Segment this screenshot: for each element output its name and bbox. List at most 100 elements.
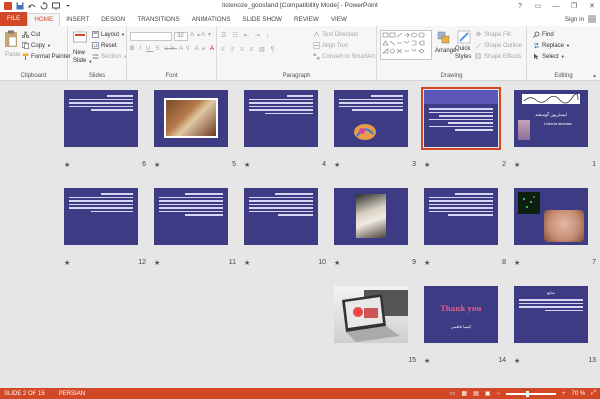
shape-outline-button[interactable]: Shape Outline — [475, 42, 522, 49]
ribbon-display-options-icon[interactable]: ▭ — [532, 2, 544, 10]
reading-view-icon[interactable]: ▤ — [473, 390, 479, 397]
font-format-buttons[interactable]: B I U Sab AV Aa A — [130, 46, 217, 52]
slide-10-transition-star[interactable]: ★ — [244, 259, 250, 267]
change-case-icon[interactable]: Aa — [195, 46, 208, 52]
slideshow-view-icon[interactable]: ▣ — [485, 390, 491, 397]
tab-review[interactable]: REVIEW — [288, 14, 325, 26]
close-button[interactable]: ✕ — [586, 2, 598, 10]
zoom-slider-thumb[interactable] — [525, 390, 529, 397]
rtl-icon[interactable]: ¶ — [271, 47, 278, 53]
decrease-indent-icon[interactable]: ⇤ — [244, 32, 253, 39]
tab-slide-show[interactable]: SLIDE SHOW — [236, 14, 288, 26]
quick-styles-label-2[interactable]: Styles — [455, 54, 471, 60]
slide-sorter-view-icon[interactable]: ▦ — [461, 390, 467, 397]
slide-12-transition-star[interactable]: ★ — [64, 259, 70, 267]
format-painter-button[interactable]: Format Painter — [22, 53, 71, 60]
slide-5-transition-star[interactable]: ★ — [154, 161, 160, 169]
shadow-icon[interactable]: S — [155, 46, 162, 52]
align-buttons[interactable]: ≡ ≡ ≡ ≡ ▥ ¶ — [221, 46, 278, 54]
slide-thumbnail-3[interactable] — [334, 90, 408, 147]
start-slideshow-icon[interactable] — [52, 2, 60, 10]
align-text-button[interactable]: Align Text — [313, 42, 348, 49]
align-left-icon[interactable]: ≡ — [221, 47, 229, 53]
font-size-field[interactable]: 32 — [174, 32, 188, 41]
zoom-slider[interactable] — [505, 390, 556, 397]
tab-insert[interactable]: INSERT — [60, 14, 95, 26]
strikethrough-icon[interactable]: ab — [164, 46, 177, 52]
customize-toolbar-icon[interactable] — [64, 2, 72, 10]
save-icon[interactable] — [16, 2, 24, 10]
zoom-in-button[interactable]: + — [562, 391, 566, 397]
text-direction-button[interactable]: Text Direction — [313, 31, 358, 38]
arrange-label[interactable]: Arrange — [435, 48, 456, 54]
new-slide-icon[interactable] — [73, 30, 87, 48]
new-slide-label-2[interactable]: Slide ▼ — [73, 58, 92, 64]
shape-effects-button[interactable]: Shape Effects — [475, 53, 521, 60]
slide-thumbnail-14[interactable]: Thank you کیمیا ناظمی — [424, 286, 498, 343]
underline-icon[interactable]: U — [146, 46, 153, 52]
new-slide-label[interactable]: New — [73, 50, 85, 56]
columns-icon[interactable]: ▥ — [259, 46, 269, 53]
char-spacing-icon[interactable]: AV — [179, 46, 193, 52]
slide-13-transition-star[interactable]: ★ — [514, 357, 520, 365]
align-right-icon[interactable]: ≡ — [240, 47, 248, 53]
redo-icon[interactable] — [40, 1, 48, 10]
arrange-icon[interactable] — [437, 31, 451, 45]
replace-button[interactable]: Replace ▼ — [533, 42, 570, 49]
convert-smartart-button[interactable]: Convert to SmartArt — [313, 53, 375, 60]
slide-thumbnail-12[interactable] — [64, 188, 138, 245]
font-color-icon[interactable]: A — [210, 46, 217, 52]
list-buttons[interactable]: ☰ ☷ ⇤ ⇥ ↕ — [221, 32, 273, 40]
slide-8-transition-star[interactable]: ★ — [424, 259, 430, 267]
increase-indent-icon[interactable]: ⇥ — [255, 32, 264, 39]
quick-styles-label[interactable]: Quick — [455, 46, 470, 52]
slide-thumbnail-13[interactable]: منابع — [514, 286, 588, 343]
slide-14-transition-star[interactable]: ★ — [424, 357, 430, 365]
avatar[interactable] — [588, 15, 596, 23]
find-button[interactable]: Find — [533, 31, 554, 38]
slide-11-transition-star[interactable]: ★ — [154, 259, 160, 267]
tab-transitions[interactable]: TRANSITIONS — [131, 14, 185, 26]
slide-4-transition-star[interactable]: ★ — [244, 161, 250, 169]
slide-7-transition-star[interactable]: ★ — [514, 259, 520, 267]
slide-thumbnail-6[interactable] — [64, 90, 138, 147]
shrink-font-button[interactable]: A ▼ — [201, 32, 212, 38]
copy-button[interactable]: Copy ▼ — [22, 42, 51, 49]
slide-thumbnail-4[interactable] — [244, 90, 318, 147]
slide-9-transition-star[interactable]: ★ — [334, 259, 340, 267]
grow-font-button[interactable]: A ▲ — [190, 32, 201, 38]
slide-1-transition-star[interactable]: ★ — [514, 161, 520, 169]
font-name-field[interactable] — [130, 32, 172, 41]
numbering-icon[interactable]: ☷ — [232, 32, 241, 39]
layout-button[interactable]: Layout ▼ — [92, 31, 125, 38]
shape-fill-button[interactable]: Shape Fill — [475, 31, 511, 38]
slide-6-transition-star[interactable]: ★ — [64, 161, 70, 169]
slide-thumbnail-15[interactable] — [334, 286, 408, 343]
slide-thumbnail-10[interactable] — [244, 188, 318, 245]
slide-thumbnail-11[interactable] — [154, 188, 228, 245]
align-center-icon[interactable]: ≡ — [231, 47, 239, 53]
paste-button[interactable]: Paste — [5, 52, 20, 58]
justify-icon[interactable]: ≡ — [250, 47, 258, 53]
slide-thumbnail-5[interactable] — [154, 90, 228, 147]
slide-thumbnail-1[interactable]: لیستریوز گوسفند Listeria disease — [514, 90, 588, 147]
help-button[interactable]: ? — [514, 3, 526, 10]
line-spacing-icon[interactable]: ↕ — [266, 33, 273, 39]
tab-design[interactable]: DESIGN — [95, 14, 131, 26]
slide-3-transition-star[interactable]: ★ — [334, 161, 340, 169]
cut-button[interactable]: Cut — [21, 31, 40, 39]
shapes-gallery[interactable] — [380, 30, 432, 60]
paste-icon[interactable] — [4, 30, 18, 48]
tab-file[interactable]: FILE — [0, 12, 28, 26]
restore-button[interactable]: ❐ — [568, 2, 580, 10]
bold-icon[interactable]: B — [130, 46, 137, 52]
slide-thumbnail-8[interactable] — [424, 188, 498, 245]
collapse-ribbon-icon[interactable]: ▲ — [592, 73, 597, 79]
undo-icon[interactable] — [28, 2, 36, 10]
slide-thumbnail-7[interactable] — [514, 188, 588, 245]
fit-to-window-icon[interactable]: ⤢ — [591, 390, 596, 397]
slide-thumbnail-2[interactable] — [421, 87, 501, 150]
minimize-button[interactable]: — — [550, 3, 562, 10]
select-button[interactable]: Select ▼ — [533, 53, 565, 60]
slide-2-transition-star[interactable]: ★ — [424, 161, 430, 169]
